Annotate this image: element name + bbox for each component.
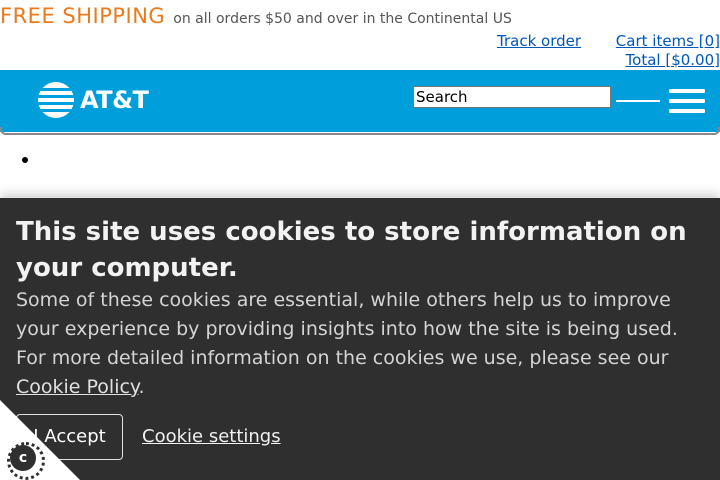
site-header: AT&T <box>0 70 720 132</box>
shipping-terms-text: on all orders $50 and over in the Contin… <box>173 11 512 27</box>
list-bullet <box>22 157 28 163</box>
track-order-link[interactable]: Track order <box>497 32 581 50</box>
cookie-banner-title: This site uses cookies to store informat… <box>16 217 687 283</box>
search-input[interactable] <box>413 86 611 108</box>
att-globe-icon <box>38 82 74 118</box>
cookie-settings-link[interactable]: Cookie settings <box>142 426 281 447</box>
hamburger-menu-icon[interactable] <box>669 89 705 117</box>
header-divider <box>0 127 720 135</box>
promo-bar: FREE SHIPPING on all orders $50 and over… <box>0 4 512 34</box>
cart-items-link[interactable]: Cart items [0] <box>616 32 720 51</box>
brand-text: AT&T <box>80 86 149 114</box>
cookie-banner: This site uses cookies to store informat… <box>0 198 720 480</box>
free-shipping-headline: FREE SHIPPING <box>0 4 166 28</box>
cookie-body-text: Some of these cookies are essential, whi… <box>16 289 678 369</box>
cookie-icon[interactable]: c <box>7 442 45 480</box>
search-button[interactable] <box>616 100 660 102</box>
att-logo[interactable]: AT&T <box>38 82 149 118</box>
cookie-policy-suffix: . <box>138 376 145 398</box>
cookie-policy-link[interactable]: Cookie Policy <box>16 376 138 398</box>
cart-total-link[interactable]: Total [$0.00] <box>616 51 720 70</box>
cookie-banner-text: Some of these cookies are essential, whi… <box>16 286 706 402</box>
cart-summary: Cart items [0] Total [$0.00] <box>616 32 720 70</box>
